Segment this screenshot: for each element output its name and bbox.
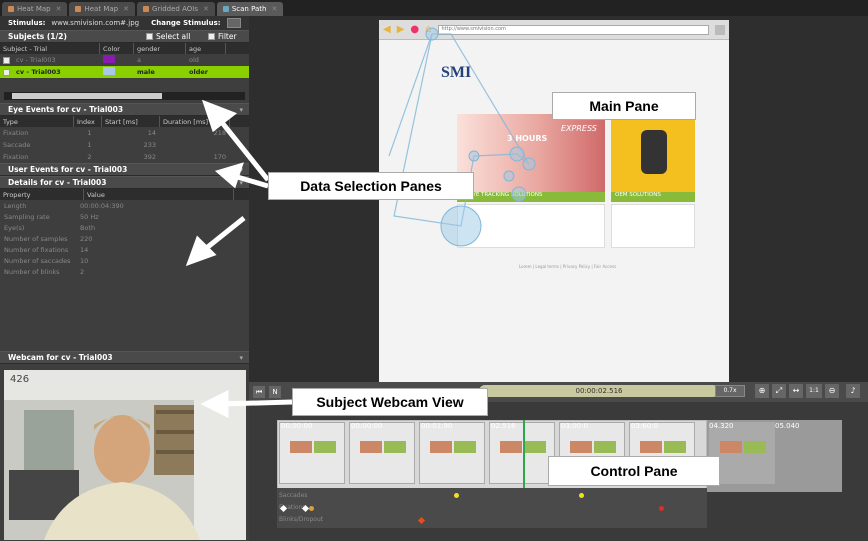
callout-webcam: Subject Webcam View bbox=[292, 388, 488, 416]
callout-data-selection: Data Selection Panes bbox=[268, 172, 474, 200]
annotation-arrows bbox=[185, 99, 293, 419]
callout-main-pane: Main Pane bbox=[552, 92, 696, 120]
callout-control-pane: Control Pane bbox=[548, 456, 720, 486]
